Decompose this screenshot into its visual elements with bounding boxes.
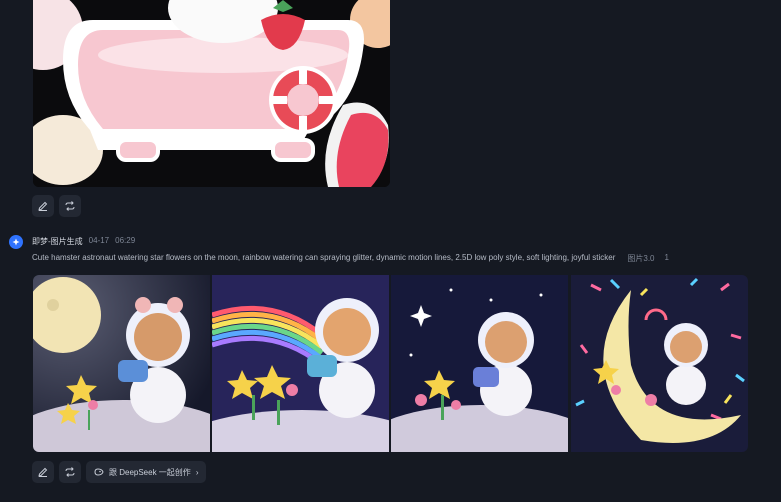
message-meta: 即梦-图片生成 04-17 06:29 — [32, 236, 135, 247]
regenerate-button-bottom[interactable] — [59, 461, 81, 483]
chevron-right-icon: › — [195, 467, 199, 477]
edit-icon — [38, 467, 48, 477]
deepseek-label: 跟 DeepSeek 一起创作 — [109, 467, 191, 477]
generated-image-3[interactable] — [391, 275, 568, 452]
prompt-line: Cute hamster astronaut watering star flo… — [32, 253, 732, 264]
regenerate-icon — [65, 201, 75, 211]
hamster-stars-image — [391, 275, 568, 452]
edit-button[interactable] — [32, 195, 54, 217]
image-count: 1 — [664, 253, 669, 262]
regenerate-icon — [65, 467, 75, 477]
hamster-rainbow-image — [212, 275, 389, 452]
edit-button-bottom[interactable] — [32, 461, 54, 483]
generated-image-2[interactable] — [212, 275, 389, 452]
hamster-crescent-image — [571, 275, 748, 452]
message-date: 04-17 — [88, 236, 110, 245]
app-logo-icon — [9, 235, 23, 249]
model-badge: 图片3.0 — [627, 254, 655, 263]
generated-image-4[interactable] — [571, 275, 748, 452]
edit-icon — [38, 201, 48, 211]
hamster-moon-image — [33, 275, 210, 452]
deepseek-create-button[interactable]: 跟 DeepSeek 一起创作 › — [86, 461, 207, 483]
message-time: 06:29 — [115, 236, 136, 245]
deepseek-icon — [94, 468, 104, 476]
prompt-text[interactable]: Cute hamster astronaut watering star flo… — [32, 253, 615, 264]
sender-name: 即梦-图片生成 — [32, 237, 83, 246]
bathtub-sticker-illustration — [33, 0, 390, 187]
generated-image-1[interactable] — [33, 275, 210, 452]
regenerate-button[interactable] — [59, 195, 81, 217]
previous-generated-image[interactable] — [33, 0, 390, 187]
